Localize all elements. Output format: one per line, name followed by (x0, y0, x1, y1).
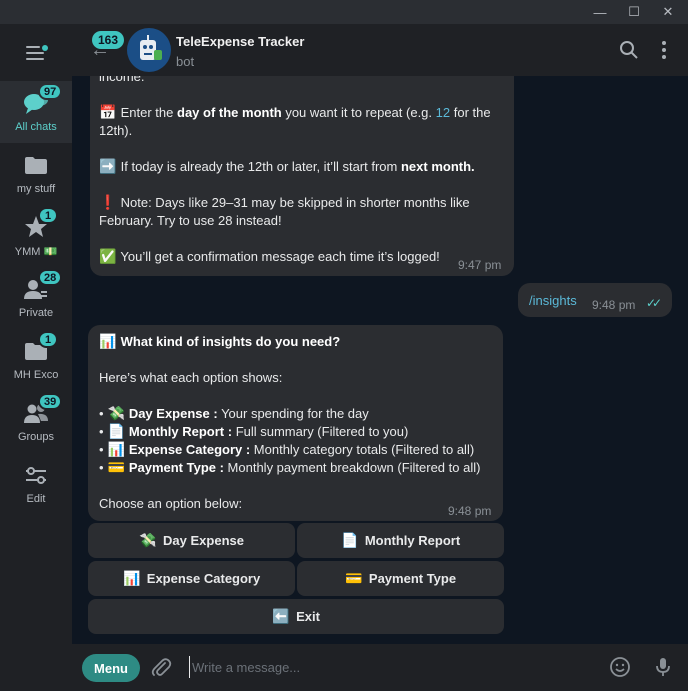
message-time: 9:48 pm (592, 298, 636, 312)
message-line: ✅ You’ll get a confirmation message each… (99, 249, 440, 265)
close-button[interactable]: ✕ (651, 0, 685, 24)
message-line: 12th). (99, 123, 133, 138)
message-text: income. (99, 76, 145, 84)
credit-card-icon: 💳 (107, 460, 125, 476)
attach-icon[interactable] (150, 657, 172, 679)
minimize-button[interactable]: — (583, 0, 617, 24)
hamburger-line (26, 52, 44, 54)
day-expense-button[interactable]: 💸 Day Expense (88, 523, 295, 558)
message-line: February. Try to use 28 instead! (99, 213, 282, 228)
bar-chart-icon: 📊 (107, 442, 125, 458)
microphone-icon[interactable] (652, 656, 674, 678)
back-arrow-icon: ⬅️ (272, 608, 290, 625)
maximize-button[interactable]: ☐ (617, 0, 651, 24)
notification-dot (42, 45, 48, 51)
message-line: 📅 Enter the day of the month you want it… (99, 105, 491, 121)
more-options-icon[interactable] (654, 40, 674, 60)
main-menu-button[interactable] (22, 43, 50, 63)
right-arrow-icon: ➡️ (99, 159, 117, 175)
command-link[interactable]: /insights (529, 292, 577, 310)
folder-unread-badge: 97 (38, 83, 63, 100)
folder-unread-badge: 1 (38, 331, 58, 348)
payment-type-button[interactable]: 💳 Payment Type (297, 561, 504, 596)
read-ticks-icon: ✓✓ (646, 296, 662, 310)
list-item: • 💸 Day Expense : Your spending for the … (99, 406, 369, 422)
sidebar-item-edit[interactable]: Edit (0, 453, 72, 515)
unread-count-badge[interactable]: 163 (92, 31, 125, 49)
sidebar-item-my-stuff[interactable]: my stuff (0, 143, 72, 205)
number-link[interactable]: 12 (436, 105, 450, 120)
robot-icon (140, 35, 162, 60)
edit-sliders-icon (26, 467, 46, 484)
list-item: • 💳 Payment Type : Monthly payment break… (99, 460, 481, 476)
check-mark-icon: ✅ (99, 249, 117, 265)
chat-subtitle: bot (176, 54, 195, 69)
sidebar-item-label: YMM 💵 (14, 246, 58, 258)
document-icon: 📄 (107, 424, 125, 440)
sidebar-item-label: Private (18, 307, 54, 319)
list-item: • 📄 Monthly Report : Full summary (Filte… (99, 424, 409, 440)
sidebar-item-label: Edit (26, 493, 46, 505)
exit-button[interactable]: ⬅️ Exit (88, 599, 504, 634)
bot-menu-button[interactable]: Menu (82, 654, 140, 682)
search-icon[interactable] (619, 40, 639, 60)
folder-unread-badge: 39 (38, 393, 63, 410)
message-line: ❗ Note: Days like 29–31 may be skipped i… (99, 195, 470, 211)
bar-chart-icon: 📊 (123, 570, 141, 587)
credit-card-icon: 💳 (345, 570, 363, 587)
message-time: 9:47 pm (458, 258, 502, 272)
sidebar-item-mh-exco[interactable]: 1 MH Exco (0, 329, 72, 391)
message-line: ➡️ If today is already the 12th or later… (99, 159, 475, 175)
bot-avatar[interactable] (127, 28, 171, 72)
calendar-icon: 📅 (99, 105, 117, 121)
document-icon: 📄 (341, 532, 359, 549)
bar-chart-icon: 📊 (99, 334, 117, 350)
emoji-icon[interactable] (609, 656, 631, 678)
sidebar-item-label: my stuff (16, 183, 56, 195)
window-title-bar: — ☐ ✕ (0, 0, 688, 24)
options-list: • 💸 Day Expense : Your spending for the … (99, 405, 480, 477)
hamburger-line (26, 46, 40, 48)
exclamation-icon: ❗ (99, 195, 117, 211)
bot-message-bubble[interactable]: income. 📅 Enter the day of the month you… (90, 76, 514, 276)
message-line: Here’s what each option shows: (99, 370, 283, 385)
message-list[interactable]: income. 📅 Enter the day of the month you… (72, 76, 688, 644)
sidebar-item-label: All chats (15, 121, 57, 133)
bot-message-bubble[interactable]: 📊 What kind of insights do you need? Her… (88, 325, 503, 521)
sidebar-item-label: Groups (17, 431, 55, 443)
sidebar-item-private[interactable]: 28 Private (0, 267, 72, 329)
monthly-report-button[interactable]: 📄 Monthly Report (297, 523, 504, 558)
list-item: • 📊 Expense Category : Monthly category … (99, 442, 475, 458)
folder-unread-badge: 1 (38, 207, 58, 224)
money-wings-icon: 💸 (107, 406, 125, 422)
sidebar-item-all-chats[interactable]: 97 All chats (0, 81, 72, 143)
sidebar-item-ymm[interactable]: 1 YMM 💵 (0, 205, 72, 267)
folder-sidebar: 97 All chats my stuff 1 YMM 💵 28 Private… (0, 24, 72, 691)
message-time: 9:48 pm (448, 504, 492, 518)
sidebar-item-label: MH Exco (13, 369, 59, 381)
message-line: Choose an option below: (99, 496, 243, 511)
message-title: 📊 What kind of insights do you need? (99, 334, 341, 350)
hamburger-line (26, 58, 44, 60)
sidebar-item-groups[interactable]: 39 Groups (0, 391, 72, 453)
folder-unread-badge: 28 (38, 269, 63, 286)
outgoing-message-bubble[interactable]: /insights 9:48 pm ✓✓ (518, 283, 672, 317)
chat-header: ← 163 TeleExpense Tracker bot (72, 24, 688, 76)
folder-icon (25, 157, 47, 174)
message-composer: Menu (72, 644, 688, 691)
expense-category-button[interactable]: 📊 Expense Category (88, 561, 295, 596)
money-wings-icon: 💸 (139, 532, 157, 549)
message-input[interactable] (189, 656, 589, 678)
chat-title[interactable]: TeleExpense Tracker (176, 34, 304, 49)
